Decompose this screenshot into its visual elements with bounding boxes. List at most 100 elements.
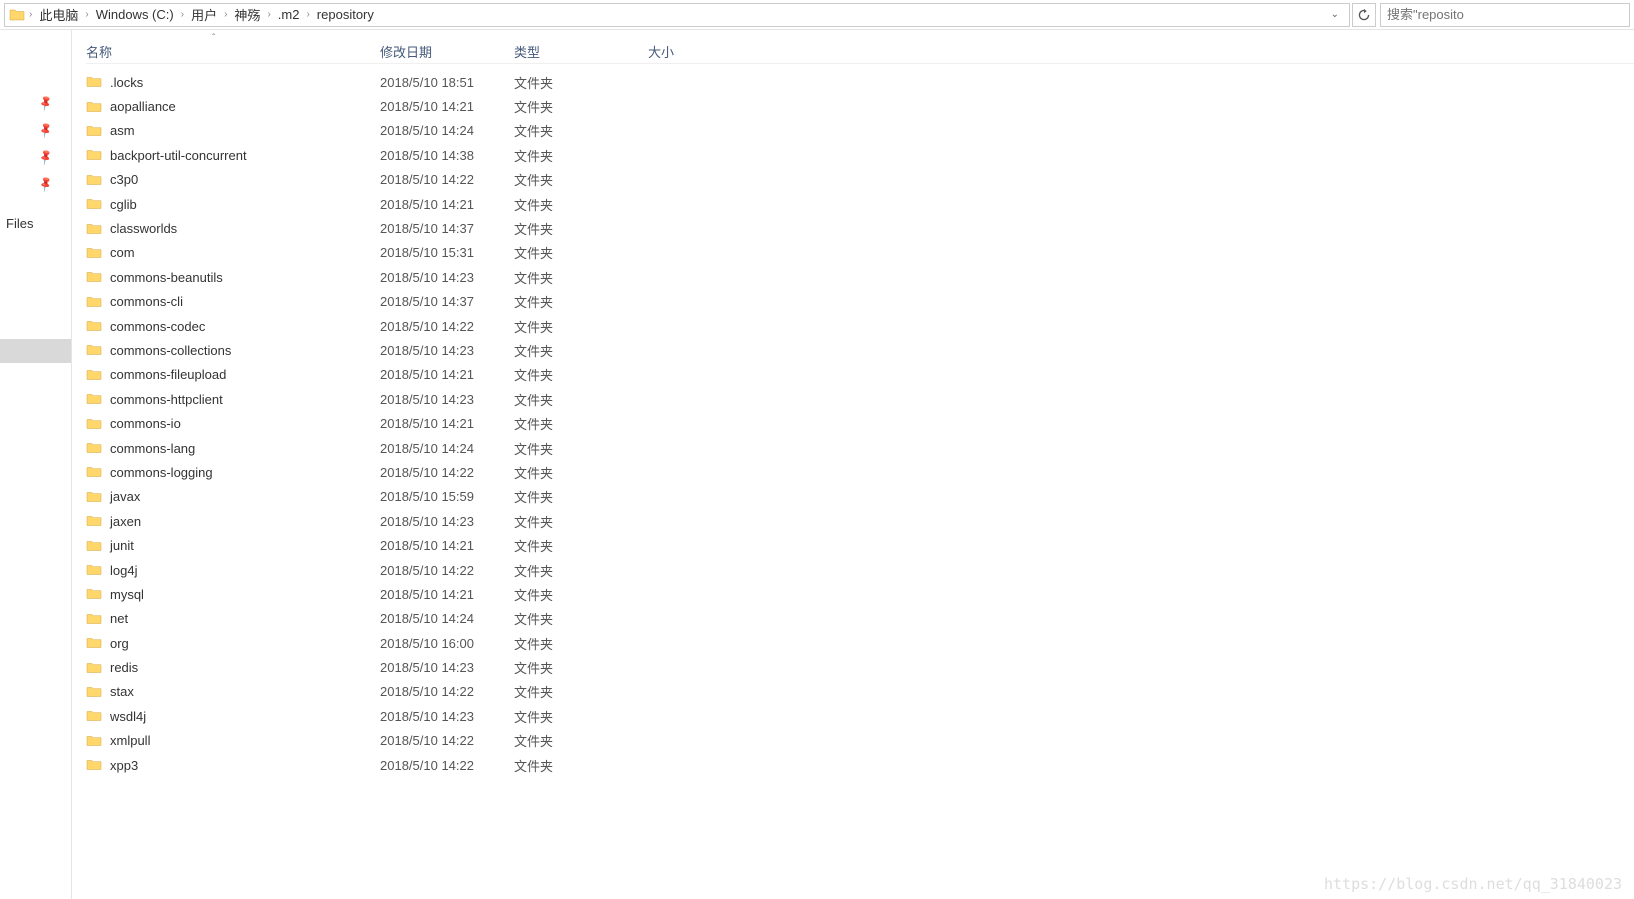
search-input[interactable] <box>1380 3 1630 27</box>
table-row[interactable]: commons-io2018/5/10 14:21文件夹 <box>86 411 1634 435</box>
file-type-cell: 文件夹 <box>514 73 648 92</box>
column-header-name-label: 名称 <box>86 45 112 60</box>
file-name-cell: asm <box>86 123 380 139</box>
table-row[interactable]: redis2018/5/10 14:23文件夹 <box>86 655 1634 679</box>
file-name-cell: commons-codec <box>86 318 380 334</box>
file-name-label: log4j <box>110 563 137 578</box>
folder-icon <box>86 269 102 285</box>
table-row[interactable]: commons-codec2018/5/10 14:22文件夹 <box>86 314 1634 338</box>
file-name-cell: javax <box>86 489 380 505</box>
breadcrumb-separator-icon[interactable]: › <box>265 9 272 20</box>
breadcrumb-separator-icon[interactable]: › <box>27 9 34 20</box>
breadcrumb-separator-icon[interactable]: › <box>179 9 186 20</box>
folder-icon <box>86 611 102 627</box>
file-name-cell: org <box>86 635 380 651</box>
breadcrumb-separator-icon[interactable]: › <box>304 9 311 20</box>
table-row[interactable]: xpp32018/5/10 14:22文件夹 <box>86 753 1634 777</box>
file-date-cell: 2018/5/10 16:00 <box>380 636 514 651</box>
table-row[interactable]: commons-fileupload2018/5/10 14:21文件夹 <box>86 363 1634 387</box>
refresh-icon <box>1357 8 1371 22</box>
table-row[interactable]: commons-logging2018/5/10 14:22文件夹 <box>86 460 1634 484</box>
table-row[interactable]: aopalliance2018/5/10 14:21文件夹 <box>86 94 1634 118</box>
column-header-name[interactable]: 名称 ˆ <box>86 42 380 61</box>
file-name-label: commons-lang <box>110 441 195 456</box>
file-name-label: wsdl4j <box>110 709 146 724</box>
address-box[interactable]: ›此电脑›Windows (C:)›用户›神殇›.m2›repository ⌄ <box>4 3 1350 27</box>
file-type-cell: 文件夹 <box>514 609 648 628</box>
breadcrumb-segment[interactable]: 神殇 <box>231 5 263 24</box>
file-name-label: xpp3 <box>110 758 138 773</box>
file-type-cell: 文件夹 <box>514 561 648 580</box>
table-row[interactable]: net2018/5/10 14:24文件夹 <box>86 607 1634 631</box>
table-row[interactable]: xmlpull2018/5/10 14:22文件夹 <box>86 729 1634 753</box>
folder-icon <box>86 440 102 456</box>
file-name-label: junit <box>110 538 134 553</box>
table-row[interactable]: asm2018/5/10 14:24文件夹 <box>86 119 1634 143</box>
path-dropdown-icon[interactable]: ⌄ <box>1325 9 1345 20</box>
file-date-cell: 2018/5/10 14:21 <box>380 587 514 602</box>
file-date-cell: 2018/5/10 14:22 <box>380 684 514 699</box>
file-name-cell: wsdl4j <box>86 708 380 724</box>
file-name-label: backport-util-concurrent <box>110 148 247 163</box>
pin-icon[interactable]: 📌 <box>37 121 56 140</box>
breadcrumb-segment[interactable]: Windows (C:) <box>93 7 177 22</box>
file-date-cell: 2018/5/10 14:22 <box>380 465 514 480</box>
table-row[interactable]: junit2018/5/10 14:21文件夹 <box>86 533 1634 557</box>
folder-icon <box>9 7 25 23</box>
breadcrumb-segment[interactable]: 用户 <box>188 5 220 24</box>
folder-icon <box>86 123 102 139</box>
file-type-cell: 文件夹 <box>514 585 648 604</box>
table-row[interactable]: commons-httpclient2018/5/10 14:23文件夹 <box>86 387 1634 411</box>
table-row[interactable]: javax2018/5/10 15:59文件夹 <box>86 485 1634 509</box>
table-row[interactable]: com2018/5/10 15:31文件夹 <box>86 241 1634 265</box>
sidebar-selected-item[interactable] <box>0 339 71 363</box>
sidebar: 📌 📌 📌 📌 Files <box>0 30 72 899</box>
file-name-label: redis <box>110 660 138 675</box>
folder-icon <box>86 294 102 310</box>
table-row[interactable]: backport-util-concurrent2018/5/10 14:38文… <box>86 143 1634 167</box>
breadcrumb-segment[interactable]: 此电脑 <box>36 5 81 24</box>
breadcrumb-separator-icon[interactable]: › <box>222 9 229 20</box>
column-header-type[interactable]: 类型 <box>514 42 648 61</box>
file-type-cell: 文件夹 <box>514 146 648 165</box>
table-row[interactable]: cglib2018/5/10 14:21文件夹 <box>86 192 1634 216</box>
sidebar-files-label[interactable]: Files <box>0 198 71 231</box>
pin-icon[interactable]: 📌 <box>37 175 56 194</box>
table-row[interactable]: jaxen2018/5/10 14:23文件夹 <box>86 509 1634 533</box>
table-row[interactable]: commons-lang2018/5/10 14:24文件夹 <box>86 436 1634 460</box>
file-date-cell: 2018/5/10 14:22 <box>380 733 514 748</box>
file-type-cell: 文件夹 <box>514 219 648 238</box>
column-header-row: 名称 ˆ 修改日期 类型 大小 <box>86 30 1634 64</box>
file-name-label: org <box>110 636 129 651</box>
file-name-label: .locks <box>110 75 143 90</box>
file-name-cell: commons-io <box>86 416 380 432</box>
refresh-button[interactable] <box>1352 3 1376 27</box>
table-row[interactable]: commons-collections2018/5/10 14:23文件夹 <box>86 338 1634 362</box>
breadcrumb-separator-icon[interactable]: › <box>83 9 90 20</box>
table-row[interactable]: log4j2018/5/10 14:22文件夹 <box>86 558 1634 582</box>
file-name-cell: classworlds <box>86 221 380 237</box>
table-row[interactable]: mysql 2018/5/10 14:21文件夹 <box>86 582 1634 606</box>
file-date-cell: 2018/5/10 14:21 <box>380 99 514 114</box>
table-row[interactable]: commons-beanutils2018/5/10 14:23文件夹 <box>86 265 1634 289</box>
breadcrumb-segment[interactable]: repository <box>314 7 377 22</box>
file-name-cell: backport-util-concurrent <box>86 147 380 163</box>
column-header-date[interactable]: 修改日期 <box>380 42 514 61</box>
table-row[interactable]: stax2018/5/10 14:22文件夹 <box>86 680 1634 704</box>
file-name-label: mysql <box>110 587 144 602</box>
table-row[interactable]: commons-cli2018/5/10 14:37文件夹 <box>86 290 1634 314</box>
table-row[interactable]: .locks2018/5/10 18:51文件夹 <box>86 70 1634 94</box>
pin-icon[interactable]: 📌 <box>37 94 56 113</box>
file-name-label: commons-cli <box>110 294 183 309</box>
file-date-cell: 2018/5/10 14:24 <box>380 123 514 138</box>
breadcrumb-segment[interactable]: .m2 <box>275 7 303 22</box>
address-bar: ›此电脑›Windows (C:)›用户›神殇›.m2›repository ⌄ <box>0 0 1634 30</box>
column-header-size[interactable]: 大小 <box>648 42 748 61</box>
table-row[interactable]: wsdl4j2018/5/10 14:23文件夹 <box>86 704 1634 728</box>
table-row[interactable]: org 2018/5/10 16:00文件夹 <box>86 631 1634 655</box>
file-type-cell: 文件夹 <box>514 634 648 653</box>
pin-icon[interactable]: 📌 <box>37 148 56 167</box>
table-row[interactable]: classworlds2018/5/10 14:37文件夹 <box>86 216 1634 240</box>
file-date-cell: 2018/5/10 14:23 <box>380 709 514 724</box>
table-row[interactable]: c3p02018/5/10 14:22文件夹 <box>86 168 1634 192</box>
